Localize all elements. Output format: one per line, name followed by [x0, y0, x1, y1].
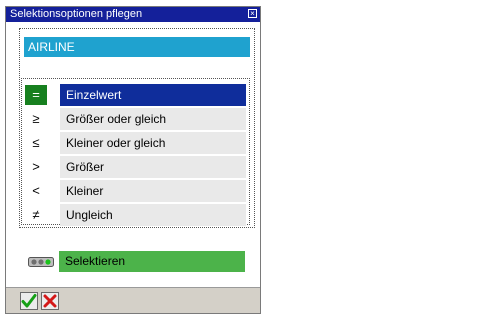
less-equal-symbol[interactable]: ≤: [25, 133, 47, 153]
less-symbol[interactable]: <: [25, 181, 47, 201]
option-row-kleiner-gleich[interactable]: ≤ Kleiner oder gleich: [21, 132, 247, 154]
option-row-groesser-gleich[interactable]: ≥ Größer oder gleich: [21, 108, 247, 130]
dialog-title: Selektionsoptionen pflegen: [10, 8, 143, 20]
option-label[interactable]: Kleiner: [60, 180, 246, 202]
checkmark-icon[interactable]: [20, 292, 38, 310]
option-label[interactable]: Größer: [60, 156, 246, 178]
dialog-toolbar: [6, 287, 260, 313]
option-row-ungleich[interactable]: ≠ Ungleich: [21, 204, 247, 226]
traffic-light-icon[interactable]: [28, 257, 54, 267]
select-button[interactable]: Selektieren: [59, 251, 245, 272]
close-icon[interactable]: ×: [248, 9, 257, 18]
option-label[interactable]: Kleiner oder gleich: [60, 132, 246, 154]
selection-options-dialog: Selektionsoptionen pflegen × AIRLINE = E…: [5, 6, 261, 314]
option-row-groesser[interactable]: > Größer: [21, 156, 247, 178]
option-row-einzelwert[interactable]: = Einzelwert: [21, 84, 247, 106]
field-name-bar: AIRLINE: [24, 37, 250, 57]
not-equal-symbol[interactable]: ≠: [25, 205, 47, 225]
option-row-kleiner[interactable]: < Kleiner: [21, 180, 247, 202]
option-label[interactable]: Größer oder gleich: [60, 108, 246, 130]
equals-symbol[interactable]: =: [25, 85, 47, 105]
greater-equal-symbol[interactable]: ≥: [25, 109, 47, 129]
greater-symbol[interactable]: >: [25, 157, 47, 177]
title-bar: Selektionsoptionen pflegen ×: [6, 7, 260, 22]
option-label[interactable]: Einzelwert: [60, 84, 246, 106]
option-label[interactable]: Ungleich: [60, 204, 246, 226]
cancel-icon[interactable]: [41, 292, 59, 310]
